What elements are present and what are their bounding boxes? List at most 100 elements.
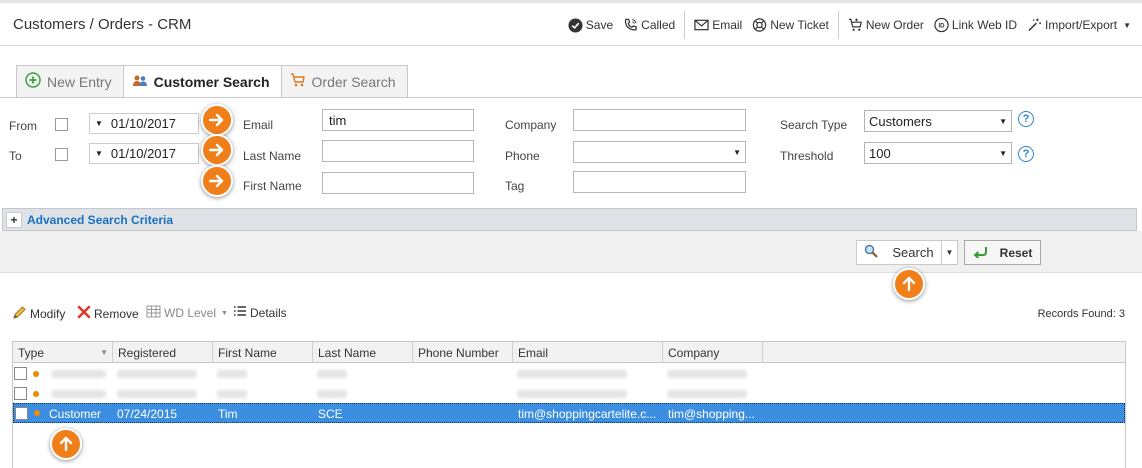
called-label: Called <box>641 18 676 32</box>
advanced-search-bar[interactable]: + Advanced Search Criteria <box>2 208 1137 231</box>
help-icon[interactable]: ? <box>1018 146 1034 162</box>
threshold-select[interactable]: 100 ▼ <box>864 142 1012 164</box>
tab-new-entry-label: New Entry <box>47 73 112 90</box>
users-icon <box>132 74 148 91</box>
chevron-down-icon: ▼ <box>999 148 1007 158</box>
new-order-label: New Order <box>865 18 924 32</box>
called-button[interactable]: Called <box>618 12 680 38</box>
phone-icon <box>623 18 638 33</box>
last-name-field[interactable] <box>322 140 474 162</box>
first-name-field[interactable] <box>322 172 474 194</box>
modify-label: Modify <box>30 307 66 321</box>
save-label: Save <box>585 18 614 32</box>
email-label: Email <box>712 18 743 32</box>
records-count: Records Found: 3 <box>1037 308 1125 320</box>
row-checkbox[interactable] <box>14 387 27 400</box>
save-button[interactable]: Save <box>563 12 618 38</box>
arrow-up-callout-icon <box>893 268 925 300</box>
column-header-company[interactable]: Company <box>663 342 763 363</box>
cell-company: tim@shopping... <box>668 407 755 421</box>
close-icon <box>77 305 91 322</box>
magic-wand-icon <box>1027 18 1042 33</box>
cell-type: Customer <box>49 407 102 421</box>
advanced-search-link[interactable]: Advanced Search Criteria <box>27 213 173 227</box>
cell-registered: 07/24/2015 <box>117 407 178 421</box>
svg-text:ID: ID <box>938 22 945 29</box>
search-label: Search <box>892 245 934 260</box>
new-order-button[interactable]: New Order <box>843 12 929 38</box>
id-badge-icon: ID <box>934 17 949 33</box>
tab-order-search[interactable]: Order Search <box>280 65 408 97</box>
cell-first-name: Tim <box>218 407 238 421</box>
grid-toolbar: Modify Remove WD Level ▼ Details Records… <box>0 305 1142 325</box>
arrow-up-callout-icon <box>50 428 82 460</box>
expand-toggle[interactable]: + <box>6 212 22 228</box>
page-title: Customers / Orders - CRM <box>13 16 192 33</box>
toolbar-divider <box>684 11 686 39</box>
search-form: From ▼ 01/10/2017 To ▼ 01/10/2017 Email … <box>0 98 1142 208</box>
tag-field[interactable] <box>573 171 746 193</box>
table-row-selected[interactable]: Customer 07/24/2015 Tim SCE tim@shopping… <box>13 403 1125 423</box>
import-export-button[interactable]: Import/Export ▼ <box>1022 12 1136 38</box>
tab-order-search-label: Order Search <box>311 73 396 90</box>
cart-icon <box>290 72 306 91</box>
grid-header: Type ▼ Registered First Name Last Name P… <box>13 342 1125 363</box>
column-header-phone-number[interactable]: Phone Number <box>413 342 513 363</box>
search-type-label: Search Type <box>780 118 848 132</box>
details-button[interactable]: Details <box>233 305 287 320</box>
chevron-down-icon: ▼ <box>733 147 741 157</box>
from-date-picker[interactable]: ▼ 01/10/2017 <box>89 113 199 134</box>
app-header: Customers / Orders - CRM Save Called Ema… <box>0 0 1142 46</box>
grid-table-icon <box>146 305 161 321</box>
to-label: To <box>9 149 22 163</box>
company-field[interactable] <box>573 109 746 131</box>
to-date-picker[interactable]: ▼ 01/10/2017 <box>89 143 199 164</box>
chevron-down-icon: ▼ <box>1123 20 1131 30</box>
to-checkbox[interactable] <box>55 148 68 161</box>
row-checkbox[interactable] <box>15 407 28 420</box>
search-button[interactable]: Search ▼ <box>856 240 958 265</box>
search-tabs: New Entry Customer Search Order Search <box>16 65 408 98</box>
new-ticket-button[interactable]: New Ticket <box>747 12 834 38</box>
redacted-cell <box>317 370 347 378</box>
email-field[interactable]: tim <box>322 109 474 131</box>
status-dot-icon <box>33 391 39 397</box>
from-date-value: 01/10/2017 <box>110 116 176 131</box>
row-checkbox[interactable] <box>14 367 27 380</box>
redacted-cell <box>217 390 247 398</box>
main-toolbar: Save Called Email New Ticket New Order I… <box>563 11 1136 39</box>
table-row[interactable] <box>13 364 1125 384</box>
search-button-main[interactable]: Search <box>857 241 941 264</box>
phone-select[interactable]: ▼ <box>573 141 746 163</box>
remove-button[interactable]: Remove <box>77 305 139 322</box>
modify-button[interactable]: Modify <box>12 305 65 323</box>
tab-customer-search[interactable]: Customer Search <box>122 65 282 98</box>
column-header-first-name[interactable]: First Name <box>213 342 313 363</box>
import-export-label: Import/Export <box>1045 18 1118 32</box>
reset-button[interactable]: Reset <box>964 240 1041 265</box>
column-header-registered[interactable]: Registered <box>113 342 213 363</box>
wd-level-button[interactable]: WD Level ▼ <box>146 305 228 321</box>
column-header-email[interactable]: Email <box>513 342 663 363</box>
results-grid: Type ▼ Registered First Name Last Name P… <box>12 341 1126 468</box>
threshold-value: 100 <box>869 145 891 161</box>
toolbar-divider <box>837 11 839 39</box>
column-header-type[interactable]: Type ▼ <box>13 342 113 363</box>
link-web-id-button[interactable]: ID Link Web ID <box>929 12 1022 38</box>
from-checkbox[interactable] <box>55 118 68 131</box>
checkmark-circle-icon <box>568 17 583 33</box>
magnifier-icon <box>864 244 879 261</box>
details-label: Details <box>250 305 287 320</box>
plus-circle-icon <box>25 72 41 91</box>
cell-last-name: SCE <box>318 407 343 421</box>
column-header-last-name[interactable]: Last Name <box>313 342 413 363</box>
help-icon[interactable]: ? <box>1018 111 1034 127</box>
search-options-dropdown[interactable]: ▼ <box>941 241 957 264</box>
from-label: From <box>9 119 37 133</box>
search-type-select[interactable]: Customers ▼ <box>864 110 1012 132</box>
table-row[interactable] <box>13 384 1125 404</box>
email-button[interactable]: Email <box>689 12 747 38</box>
to-date-value: 01/10/2017 <box>110 146 176 161</box>
tab-new-entry[interactable]: New Entry <box>16 65 124 97</box>
new-ticket-label: New Ticket <box>770 18 829 32</box>
